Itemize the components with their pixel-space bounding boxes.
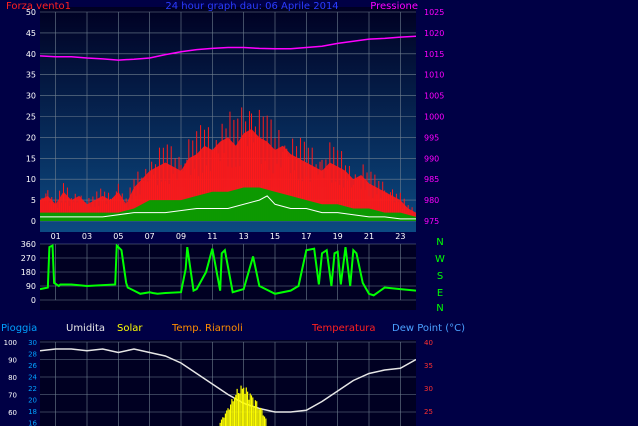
x-tick-label: 15 (270, 232, 280, 241)
rain-tick-label: 70 (8, 392, 17, 400)
legend-temperatura: Temperatura (311, 323, 376, 334)
right-tick-label: 1015 (424, 50, 444, 59)
right-tick-label: 1000 (424, 113, 444, 122)
humidity-tick-label: 16 (28, 420, 37, 426)
x-tick-label: 11 (207, 232, 217, 241)
humidity-tick-label: 26 (28, 362, 37, 370)
right-tick-label: 975 (424, 217, 439, 226)
left-tick-label: 35 (26, 71, 36, 80)
temp-tick-label: 25 (424, 408, 433, 416)
right-tick-label: 995 (424, 133, 439, 142)
left-tick-label: 45 (26, 29, 36, 38)
x-tick-label: 07 (145, 232, 155, 241)
humidity-tick-label: 18 (28, 408, 37, 416)
humidity-tick-label: 30 (28, 339, 37, 347)
direction-tick-label: 90 (26, 282, 36, 291)
right-tick-label: 980 (424, 196, 439, 205)
legend-dew-point: Dew Point (°C) (392, 323, 465, 334)
compass-label: S (437, 271, 443, 282)
x-tick-label: 09 (176, 232, 186, 241)
humidity-tick-label: 22 (28, 385, 37, 393)
chart-title: 24 hour graph dau: 06 Aprile 2014 (165, 1, 338, 12)
left-tick-label: 30 (26, 92, 36, 101)
compass-label: N (436, 303, 443, 314)
temp-tick-label: 35 (424, 362, 433, 370)
rain-tick-label: 60 (8, 409, 17, 417)
left-axis-label: Forza vento1 (6, 1, 71, 12)
x-tick-label: 19 (333, 232, 343, 241)
rain-tick-label: 100 (4, 339, 17, 347)
x-tick-label: 17 (301, 232, 311, 241)
x-tick-label: 21 (364, 232, 374, 241)
right-tick-label: 1025 (424, 8, 444, 17)
right-tick-label: 990 (424, 154, 439, 163)
x-tick-label: 05 (113, 232, 123, 241)
weather-chart: 0510152025303540455097598098599099510001… (1, 1, 465, 426)
left-tick-label: 25 (26, 113, 36, 122)
x-tick-label: 13 (239, 232, 249, 241)
humidity-tick-label: 20 (28, 397, 37, 405)
left-tick-label: 15 (26, 154, 36, 163)
rain-tick-label: 90 (8, 357, 17, 365)
left-tick-label: 40 (26, 50, 36, 59)
right-tick-label: 985 (424, 175, 439, 184)
weather-graph-page: 0 5 10 15 20 25 30 35 40 45 50 975 980 985 990 995 1000 1… (0, 0, 638, 426)
humidity-tick-label: 28 (28, 351, 37, 359)
x-tick-label: 01 (51, 232, 61, 241)
x-tick-label: 03 (82, 232, 92, 241)
compass-label: E (437, 288, 443, 299)
right-tick-label: 1020 (424, 29, 444, 38)
compass-label: N (436, 237, 443, 248)
right-tick-label: 1005 (424, 92, 444, 101)
temp-tick-label: 30 (424, 385, 433, 393)
left-tick-label: 5 (31, 196, 36, 205)
direction-tick-label: 270 (21, 254, 36, 263)
right-tick-label: 1010 (424, 71, 444, 80)
right-axis-label: Pressione (370, 1, 418, 12)
left-tick-label: 10 (26, 175, 36, 184)
rain-tick-label: 80 (8, 374, 17, 382)
legend-umidita: Umidita (66, 323, 105, 334)
left-tick-label: 0 (31, 217, 36, 226)
x-tick-label: 23 (395, 232, 405, 241)
direction-tick-label: 180 (21, 268, 36, 277)
humidity-tick-label: 24 (28, 374, 37, 382)
compass-label: W (435, 254, 445, 265)
temp-tick-label: 40 (424, 339, 433, 347)
left-tick-label: 20 (26, 133, 36, 142)
direction-tick-label: 0 (31, 296, 36, 305)
legend-temp-riarnoli: Temp. Riarnoli (171, 323, 243, 334)
legend-pioggia: Pioggia (1, 323, 37, 334)
legend-solar: Solar (117, 323, 143, 334)
direction-tick-label: 360 (21, 240, 36, 249)
